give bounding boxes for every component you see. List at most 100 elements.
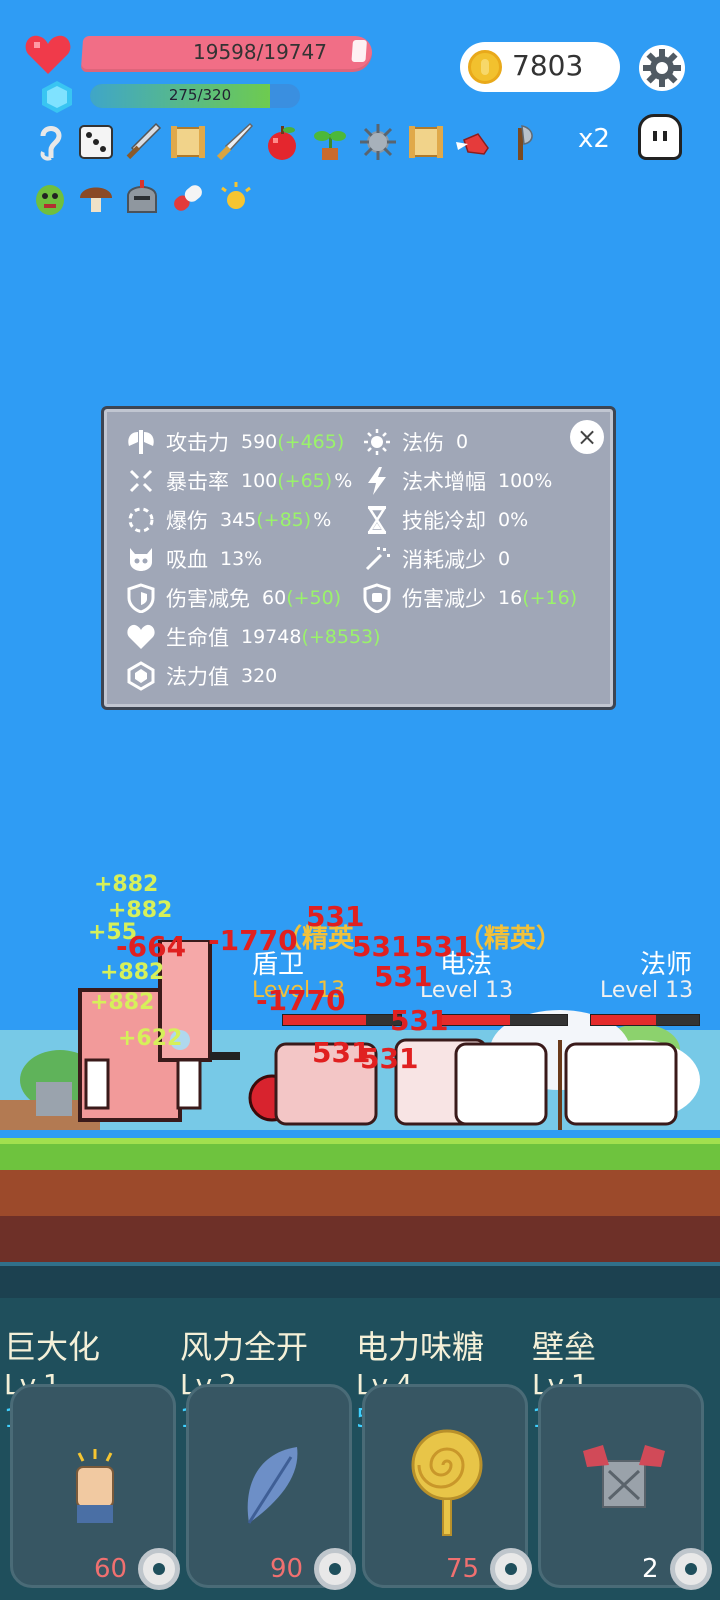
enemy-level: Level 13 — [600, 978, 694, 1003]
gear-icon[interactable] — [638, 44, 686, 92]
stat-row-cost-reduction: 消耗减少 0 — [360, 544, 510, 574]
stat-label: 生命值 — [166, 626, 229, 650]
skill-cooldown: 90 — [270, 1554, 304, 1584]
knife-icon[interactable] — [214, 122, 254, 162]
fist-icon — [76, 1449, 114, 1523]
lightning-icon — [360, 466, 394, 496]
stat-label: 消耗减少 — [402, 548, 486, 572]
stat-value: 16 — [498, 587, 523, 609]
enemy-name: 法师 — [640, 950, 693, 980]
stat-value: 100% — [498, 470, 553, 492]
skill-name: 巨大化 — [4, 1328, 101, 1366]
swirl-icon — [490, 1548, 532, 1590]
dice-icon[interactable] — [76, 122, 116, 162]
stat-value: 0% — [498, 509, 529, 531]
skill-name: 壁垒 — [532, 1328, 597, 1366]
enemy-hp-bar — [590, 1014, 700, 1026]
stat-value: 0 — [456, 431, 469, 453]
damage-number: 531 — [390, 1004, 449, 1037]
dirt-layer — [0, 1170, 720, 1216]
stat-value: 590 — [241, 431, 278, 453]
heart-icon — [25, 35, 71, 74]
skill-cooldown: 2 — [642, 1554, 659, 1584]
coin-icon — [468, 50, 502, 84]
swirl-icon — [314, 1548, 356, 1590]
stat-label: 伤害减免 — [166, 587, 250, 611]
dirt-layer — [0, 1216, 720, 1262]
stat-value: 19748 — [241, 626, 302, 648]
damage-number: 531 — [414, 930, 473, 963]
stat-bonus: (+65) — [277, 470, 333, 492]
coin-amount: 7803 — [512, 49, 584, 82]
stat-bonus: (+8553) — [301, 626, 381, 648]
sprout-icon[interactable] — [310, 122, 350, 162]
stat-row-lifesteal: 吸血 13% — [124, 544, 262, 574]
shield-icon — [124, 583, 158, 613]
damage-number: 531 — [306, 900, 365, 933]
green-monster-icon[interactable] — [30, 178, 70, 218]
stat-row-cooldown: 技能冷却 0% — [360, 505, 528, 535]
damage-number: 531 — [360, 1042, 419, 1075]
damage-number: 531 — [374, 960, 433, 993]
scroll-icon[interactable] — [168, 122, 208, 162]
stat-label: 暴击率 — [166, 470, 229, 494]
lollipop-icon — [411, 1429, 483, 1536]
skull-icon — [124, 544, 158, 574]
stat-row-magic-damage: 法伤 0 — [360, 427, 468, 457]
stat-row-crit-rate: 暴击率 100 (+65) % — [124, 466, 352, 496]
stat-value: 60 — [262, 587, 287, 609]
crit-icon — [124, 466, 158, 496]
mp-text: 275/320 — [168, 86, 232, 104]
stat-row-crit-damage: 爆伤 345 (+85) % — [124, 505, 331, 535]
winged-shoe-icon[interactable] — [454, 122, 494, 162]
feather-icon — [247, 1447, 298, 1524]
damage-number: -1770 — [256, 984, 346, 1017]
skill-name: 风力全开 — [180, 1328, 309, 1366]
ghost-icon[interactable] — [638, 114, 682, 160]
sword-icon[interactable] — [122, 122, 162, 162]
damage-number: 531 — [352, 930, 411, 963]
enemy-level: Level 13 — [420, 978, 514, 1003]
hexagon-icon — [124, 661, 158, 691]
hourglass-icon — [360, 505, 394, 535]
damage-number: -1770 — [208, 924, 298, 957]
axe-icon[interactable] — [500, 122, 540, 162]
stat-label: 法伤 — [402, 431, 444, 455]
stat-row-mana: 法力值 320 — [124, 661, 277, 691]
skill-name: 电力味糖 — [356, 1328, 485, 1366]
ground-divider — [0, 1262, 720, 1298]
swirl-icon — [138, 1548, 180, 1590]
hook-icon[interactable] — [30, 122, 70, 162]
sun-icon — [360, 427, 394, 457]
fist-shield-icon — [360, 583, 394, 613]
stat-row-hp: 生命值 19748 (+8553) — [124, 622, 381, 652]
skill-cooldown: 60 — [94, 1554, 128, 1584]
spiked-mace-icon[interactable] — [358, 122, 398, 162]
stat-bonus: (+16) — [522, 587, 578, 609]
mushroom-icon[interactable] — [76, 178, 116, 218]
stat-label: 技能冷却 — [402, 509, 486, 533]
skill-cooldown: 75 — [446, 1554, 480, 1584]
stat-percent: % — [313, 509, 332, 531]
hp-text: 19598/19747 — [193, 40, 327, 64]
stat-value: 345 — [220, 509, 257, 531]
scroll-icon[interactable] — [406, 122, 446, 162]
axe-icon — [124, 427, 158, 457]
stat-value: 320 — [241, 665, 278, 687]
stat-percent: % — [334, 470, 353, 492]
stat-row-damage-decrease: 伤害减少 16 (+16) — [360, 583, 577, 613]
heal-number: +622 — [118, 1026, 183, 1051]
heart-icon — [124, 622, 158, 652]
close-button[interactable]: × — [570, 420, 604, 454]
stat-value: 13% — [220, 548, 263, 570]
pill-icon[interactable] — [168, 178, 208, 218]
mana-gem-icon — [42, 81, 72, 113]
grass-ground — [0, 1138, 720, 1170]
multiplier-label: x2 — [578, 124, 610, 154]
sun-icon[interactable] — [216, 178, 256, 218]
damage-number: -664 — [116, 930, 187, 963]
armor-icon — [583, 1445, 665, 1508]
stat-bonus: (+50) — [286, 587, 342, 609]
apple-icon[interactable] — [262, 122, 302, 162]
helmet-icon[interactable] — [122, 178, 162, 218]
